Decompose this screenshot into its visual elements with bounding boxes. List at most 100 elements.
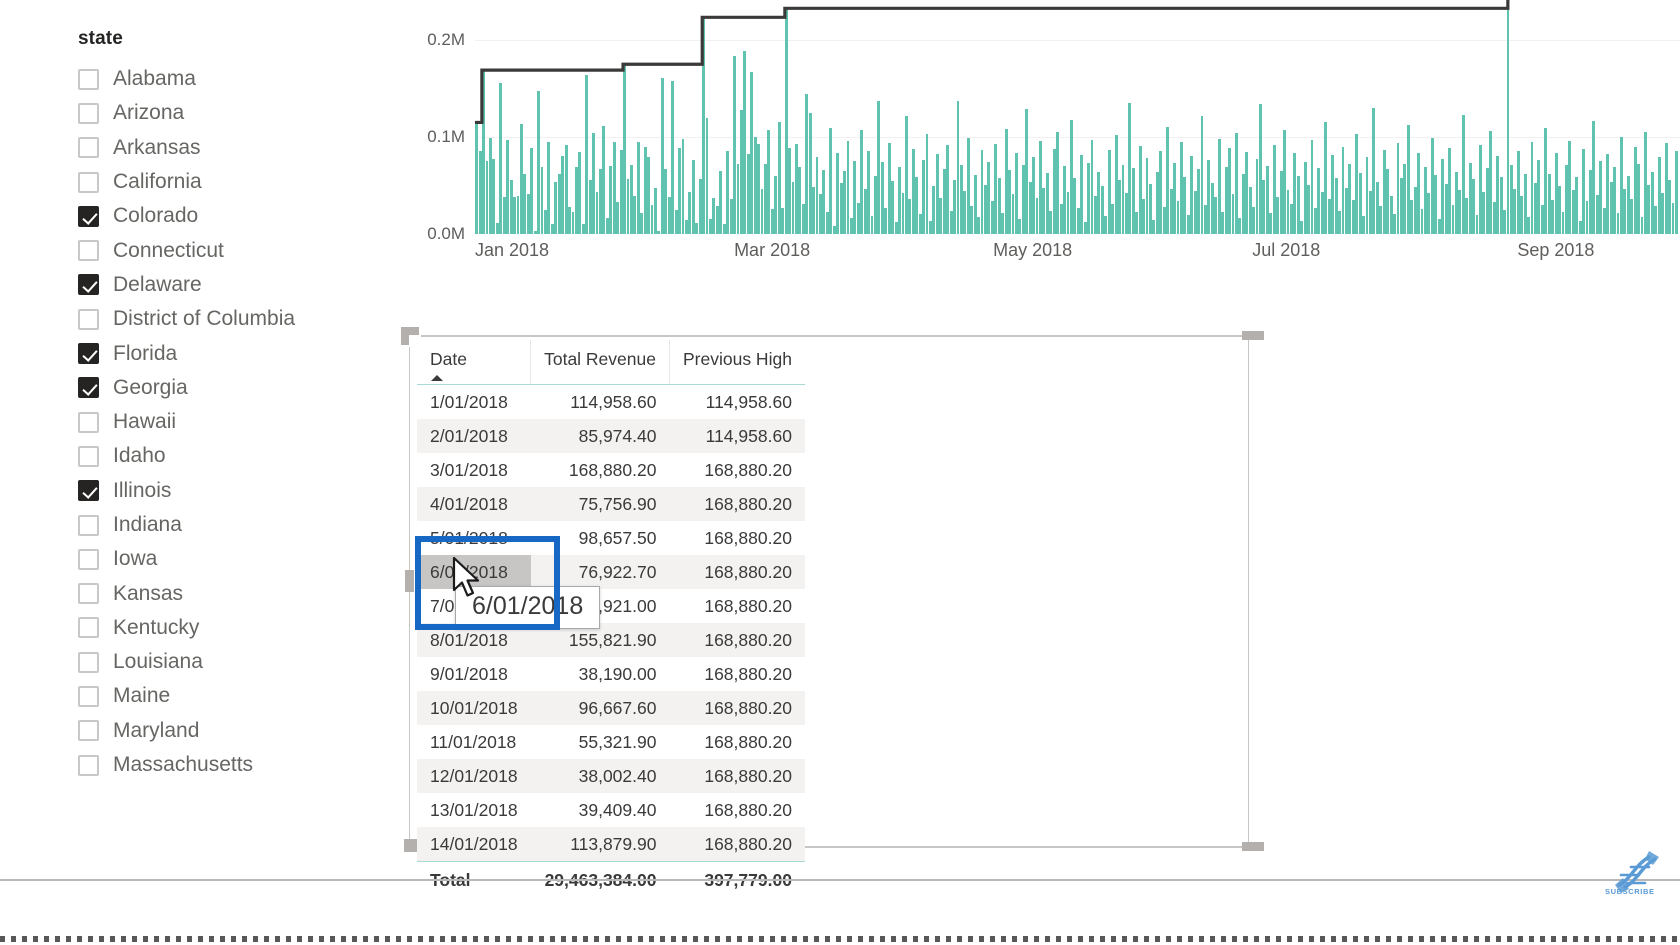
cell-previous-high[interactable]: 114,958.60 <box>669 419 805 453</box>
column-header-date[interactable]: Date <box>417 340 531 385</box>
slicer-item[interactable]: Alabama <box>78 62 400 96</box>
cell-total-revenue[interactable]: 38,190.00 <box>531 657 670 691</box>
slicer-item[interactable]: Maryland <box>78 714 400 748</box>
table-row[interactable]: 11/01/2018 55,321.90 168,880.20 <box>417 725 805 759</box>
column-header-previous-high[interactable]: Previous High <box>668 340 805 385</box>
checkbox-unchecked-icon[interactable] <box>78 102 99 124</box>
slicer-item[interactable]: Delaware <box>78 268 400 302</box>
slicer-item[interactable]: Louisiana <box>78 645 400 679</box>
state-slicer[interactable]: state Alabama Arizona Arkansas California Co… <box>70 28 400 782</box>
checkbox-unchecked-icon[interactable] <box>78 445 99 467</box>
subscribe-label[interactable]: SUBSCRIBE <box>1605 887 1655 896</box>
checkbox-unchecked-icon[interactable] <box>78 308 99 330</box>
slicer-item[interactable]: Illinois <box>78 474 400 508</box>
checkbox-unchecked-icon[interactable] <box>78 754 99 776</box>
cell-previous-high[interactable]: 168,880.20 <box>669 521 804 555</box>
table-row[interactable]: 9/01/2018 38,190.00 168,880.20 <box>417 657 805 691</box>
cell-previous-high[interactable]: 168,880.20 <box>669 623 805 657</box>
resize-handle-bottom-left[interactable] <box>404 839 417 852</box>
slicer-item[interactable]: District of Columbia <box>78 302 400 336</box>
cell-previous-high[interactable]: 114,958.60 <box>669 385 804 420</box>
table-header[interactable]: Date Total Revenue Previous High <box>417 340 805 385</box>
table-row[interactable]: 14/01/2018 113,879.90 168,880.20 <box>417 827 805 862</box>
cell-date[interactable]: 3/01/2018 <box>417 453 531 487</box>
slicer-item[interactable]: Iowa <box>78 542 400 576</box>
cell-total-revenue[interactable]: 168,880.20 <box>531 453 670 487</box>
cell-total-revenue[interactable]: 98,657.50 <box>531 521 670 555</box>
checkbox-unchecked-icon[interactable] <box>78 411 99 433</box>
cell-date[interactable]: 10/01/2018 <box>417 691 531 725</box>
checkbox-checked-icon[interactable] <box>78 377 99 399</box>
checkbox-unchecked-icon[interactable] <box>78 548 99 570</box>
slicer-item[interactable]: Hawaii <box>78 405 400 439</box>
cell-previous-high[interactable]: 168,880.20 <box>669 589 804 623</box>
checkbox-unchecked-icon[interactable] <box>78 171 99 193</box>
cell-date[interactable]: 9/01/2018 <box>417 657 531 691</box>
cell-previous-high[interactable]: 168,880.20 <box>669 725 804 759</box>
cell-total-revenue[interactable]: 39,409.40 <box>531 793 670 827</box>
table-row[interactable]: 10/01/2018 96,667.60 168,880.20 <box>417 691 805 725</box>
slicer-item[interactable]: Arizona <box>78 96 400 130</box>
checkbox-checked-icon[interactable] <box>78 480 99 502</box>
checkbox-unchecked-icon[interactable] <box>78 720 99 742</box>
checkbox-unchecked-icon[interactable] <box>78 240 99 262</box>
checkbox-unchecked-icon[interactable] <box>78 68 99 90</box>
cell-total-revenue[interactable]: 96,667.60 <box>530 691 670 725</box>
cell-date[interactable]: 2/01/2018 <box>417 419 531 453</box>
slicer-item[interactable]: California <box>78 165 400 199</box>
table-row[interactable]: 2/01/2018 85,974.40 114,958.60 <box>417 419 805 453</box>
cell-previous-high[interactable]: 168,880.20 <box>669 487 805 521</box>
slicer-item[interactable]: Georgia <box>78 371 400 405</box>
cell-date[interactable]: 11/01/2018 <box>417 725 531 759</box>
slicer-item[interactable]: Arkansas <box>78 131 400 165</box>
table-row[interactable]: 3/01/2018 168,880.20 168,880.20 <box>417 453 805 487</box>
slicer-item[interactable]: Maine <box>78 679 400 713</box>
resize-handle-left-center[interactable] <box>405 570 414 592</box>
cell-date[interactable]: 4/01/2018 <box>417 487 531 521</box>
cell-total-revenue[interactable]: 75,756.90 <box>530 487 670 521</box>
resize-handle-top-center[interactable] <box>1242 331 1264 340</box>
slicer-item[interactable]: Connecticut <box>78 233 400 267</box>
cell-previous-high[interactable]: 168,880.20 <box>669 793 804 827</box>
checkbox-unchecked-icon[interactable] <box>78 514 99 536</box>
slicer-item[interactable]: Massachusetts <box>78 748 400 782</box>
checkbox-unchecked-icon[interactable] <box>78 617 99 639</box>
cell-previous-high[interactable]: 168,880.20 <box>669 657 804 691</box>
cell-total-revenue[interactable]: 55,321.90 <box>531 725 670 759</box>
slicer-item[interactable]: Florida <box>78 336 400 370</box>
cell-total-revenue[interactable]: 85,974.40 <box>530 419 670 453</box>
cell-date[interactable]: 14/01/2018 <box>417 827 531 862</box>
resize-handle-bottom-center[interactable] <box>1242 842 1264 851</box>
cell-date[interactable]: 1/01/2018 <box>417 385 531 420</box>
checkbox-checked-icon[interactable] <box>78 343 99 365</box>
cell-previous-high[interactable]: 168,880.20 <box>669 453 804 487</box>
slicer-item[interactable]: Colorado <box>78 199 400 233</box>
cell-total-revenue[interactable]: 114,958.60 <box>531 385 670 420</box>
sort-ascending-icon[interactable] <box>431 375 443 381</box>
cell-total-revenue[interactable]: 76,922.70 <box>530 555 670 589</box>
table-row[interactable]: 12/01/2018 38,002.40 168,880.20 <box>417 759 805 793</box>
slicer-item[interactable]: Kentucky <box>78 611 400 645</box>
cell-date[interactable]: 13/01/2018 <box>417 793 531 827</box>
checkbox-unchecked-icon[interactable] <box>78 685 99 707</box>
cell-previous-high[interactable]: 168,880.20 <box>669 759 805 793</box>
checkbox-unchecked-icon[interactable] <box>78 583 99 605</box>
table-row[interactable]: 4/01/2018 75,756.90 168,880.20 <box>417 487 805 521</box>
slicer-item[interactable]: Idaho <box>78 439 400 473</box>
cell-previous-high[interactable]: 168,880.20 <box>669 691 805 725</box>
table-header-row[interactable]: Date Total Revenue Previous High <box>417 340 805 385</box>
table-row[interactable]: 1/01/2018 114,958.60 114,958.60 <box>417 385 805 420</box>
slicer-item[interactable]: Kansas <box>78 576 400 610</box>
cell-date[interactable]: 5/01/2018 <box>417 521 531 555</box>
checkbox-checked-icon[interactable] <box>78 274 99 296</box>
table-row[interactable]: 13/01/2018 39,409.40 168,880.20 <box>417 793 805 827</box>
cell-total-revenue[interactable]: 38,002.40 <box>530 759 670 793</box>
checkbox-unchecked-icon[interactable] <box>78 137 99 159</box>
slicer-item[interactable]: Indiana <box>78 508 400 542</box>
table-row[interactable]: 5/01/2018 98,657.50 168,880.20 <box>417 521 805 555</box>
slicer-item-list[interactable]: Alabama Arizona Arkansas California Colorado… <box>70 62 400 782</box>
cell-date[interactable]: 12/01/2018 <box>417 759 531 793</box>
checkbox-checked-icon[interactable] <box>78 205 99 227</box>
cell-total-revenue[interactable]: 113,879.90 <box>530 827 670 862</box>
checkbox-unchecked-icon[interactable] <box>78 651 99 673</box>
